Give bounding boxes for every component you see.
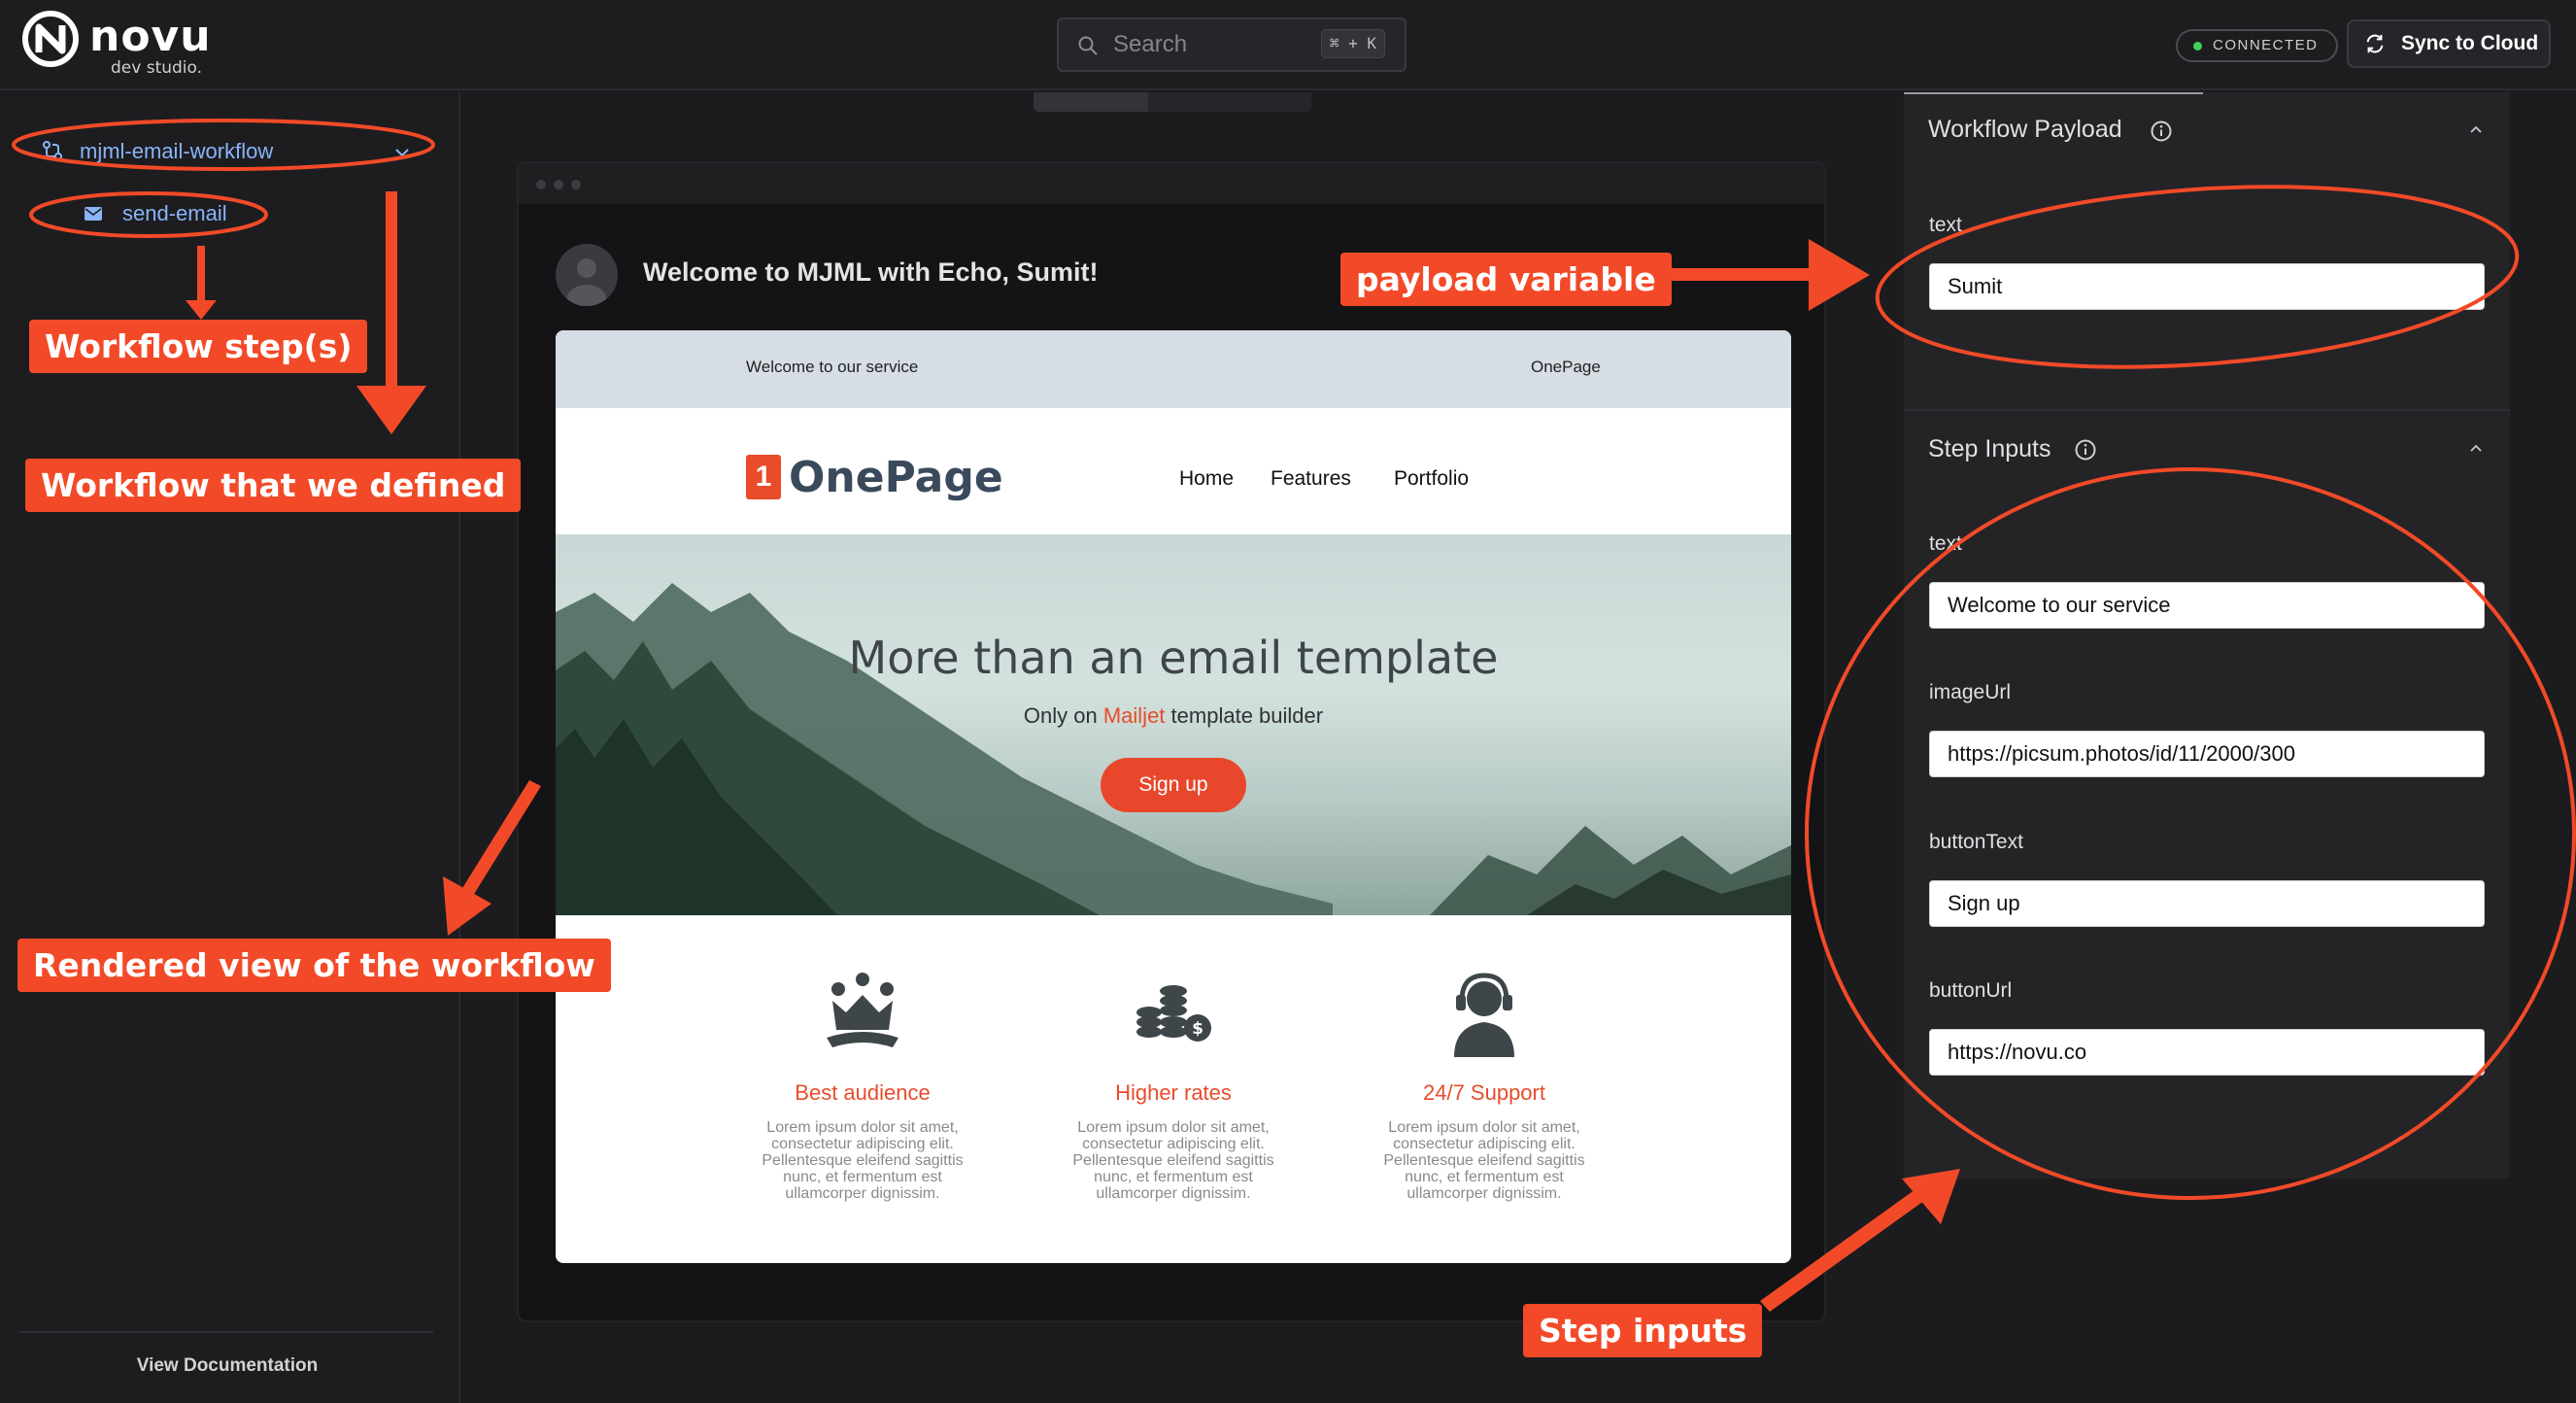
preview-tab-active[interactable]	[1034, 92, 1148, 112]
hero-sub-before: Only on	[1023, 703, 1098, 728]
email-nav-features[interactable]: Features	[1271, 467, 1351, 491]
email-nav-home[interactable]: Home	[1179, 467, 1234, 491]
window-dot	[571, 180, 581, 189]
window-dot	[554, 180, 563, 189]
step-inputs-header[interactable]: Step Inputs	[1928, 435, 2051, 463]
sidebar-divider	[19, 1331, 433, 1333]
sidebar: mjml-email-workflow send-email View Docu…	[0, 92, 460, 1403]
email-preheader: Welcome to our service OnePage	[556, 330, 1791, 408]
sidebar-item-workflow[interactable]: mjml-email-workflow	[29, 131, 418, 174]
section-divider	[1904, 409, 2510, 411]
feature-title: Best audience	[795, 1080, 931, 1105]
email-hero: More than an email template Only on Mail…	[556, 534, 1791, 915]
brand-subtitle: dev studio.	[111, 58, 203, 78]
brand-number: 1	[746, 455, 781, 499]
step-input-label: imageUrl	[1929, 681, 2012, 703]
feature-card: $ Higher rates Lorem ipsum dolor sit ame…	[1028, 962, 1319, 1202]
feature-title: Higher rates	[1115, 1080, 1232, 1105]
info-icon[interactable]	[2074, 438, 2097, 462]
annotation-step-inputs: Step inputs	[1523, 1304, 1763, 1357]
avatar	[556, 244, 618, 306]
brand-wordmark: OnePage	[789, 453, 1003, 502]
sync-to-cloud-button[interactable]: Sync to Cloud	[2347, 19, 2551, 68]
step-imageurl-input[interactable]	[1929, 731, 2485, 777]
feature-card: Best audience Lorem ipsum dolor sit amet…	[717, 962, 1008, 1202]
sync-label: Sync to Cloud	[2401, 32, 2539, 54]
status-dot-icon	[2193, 42, 2202, 51]
search-shortcut: ⌘ + K	[1320, 29, 1385, 58]
annotation-rendered-view: Rendered view of the workflow	[17, 939, 611, 992]
search-icon	[1078, 36, 1098, 55]
annotation-payload-variable: payload variable	[1340, 253, 1672, 306]
sign-up-button[interactable]: Sign up	[1101, 758, 1246, 812]
email-subject: Welcome to MJML with Echo, Sumit!	[643, 257, 1099, 287]
view-documentation-link[interactable]: View Documentation	[0, 1355, 455, 1377]
step-buttonurl-input[interactable]	[1929, 1029, 2485, 1076]
search-box[interactable]: ⌘ + K	[1057, 17, 1407, 72]
top-bar: novu dev studio. ⌘ + K CONNECTED Sync to…	[0, 0, 2576, 90]
email-preview-frame: Welcome to MJML with Echo, Sumit! Welcom…	[517, 161, 1826, 1322]
step-input-label: buttonUrl	[1929, 979, 2013, 1002]
connection-status-badge: CONNECTED	[2176, 29, 2338, 62]
status-text: CONNECTED	[2213, 37, 2319, 53]
step-name: send-email	[122, 201, 227, 225]
section-title: Step Inputs	[1928, 435, 2051, 462]
sync-icon	[2366, 34, 2384, 53]
payload-field-label: text	[1929, 214, 1962, 236]
brand-name: novu	[89, 12, 212, 61]
crown-icon	[827, 973, 898, 1047]
feature-text: Lorem ipsum dolor sit amet, consectetur …	[1072, 1119, 1274, 1202]
annotation-workflow-defined: Workflow that we defined	[25, 459, 522, 512]
email-body: Welcome to our service OnePage 1 OnePage…	[556, 330, 1791, 1263]
coins-icon: $	[1136, 985, 1211, 1042]
section-title: Workflow Payload	[1928, 116, 2122, 143]
step-input-label: buttonText	[1929, 831, 2023, 853]
preview-tabs[interactable]	[1034, 92, 1311, 112]
novu-logo[interactable]: novu dev studio.	[21, 10, 216, 78]
step-text-input[interactable]	[1929, 582, 2485, 629]
chevron-up-icon[interactable]	[2467, 440, 2485, 458]
workflow-name: mjml-email-workflow	[80, 139, 274, 163]
sidebar-item-step[interactable]: send-email	[80, 197, 274, 232]
step-input-label: text	[1929, 532, 1962, 555]
hero-title: More than an email template	[848, 632, 1499, 684]
feature-text: Lorem ipsum dolor sit amet, consectetur …	[762, 1119, 964, 1202]
feature-text: Lorem ipsum dolor sit amet, consectetur …	[1383, 1119, 1585, 1202]
search-input[interactable]	[1113, 19, 1307, 70]
workflow-payload-header[interactable]: Workflow Payload	[1928, 116, 2122, 144]
user-avatar-icon	[567, 258, 606, 306]
panel-tab-indicator	[1904, 92, 2203, 94]
workflow-icon	[43, 141, 62, 160]
preheader-brand: OnePage	[1531, 358, 1601, 376]
window-dot	[536, 180, 546, 189]
feature-title: 24/7 Support	[1423, 1080, 1545, 1105]
payload-text-input[interactable]	[1929, 263, 2485, 310]
chevron-up-icon[interactable]	[2467, 121, 2485, 139]
email-nav-portfolio[interactable]: Portfolio	[1394, 467, 1469, 491]
annotation-workflow-steps: Workflow step(s)	[29, 320, 368, 373]
preheader-text: Welcome to our service	[746, 358, 919, 376]
info-icon[interactable]	[2150, 120, 2173, 143]
novu-logo-icon	[22, 11, 79, 67]
email-icon	[85, 207, 102, 221]
hero-sub-accent: Mailjet	[1102, 703, 1166, 728]
feature-card: 24/7 Support Lorem ipsum dolor sit amet,…	[1339, 962, 1630, 1202]
hero-sub-after: template builder	[1170, 703, 1324, 728]
right-panel: Workflow Payload text Step Inputs text i…	[1904, 92, 2510, 1179]
step-buttontext-input[interactable]	[1929, 880, 2485, 927]
chevron-down-icon[interactable]	[392, 143, 412, 162]
support-headset-icon	[1454, 973, 1514, 1057]
hero-subtitle: Only on Mailjet template builder	[556, 703, 1791, 729]
svg-text:$: $	[1192, 1019, 1203, 1039]
preview-window-bar	[519, 163, 1824, 204]
